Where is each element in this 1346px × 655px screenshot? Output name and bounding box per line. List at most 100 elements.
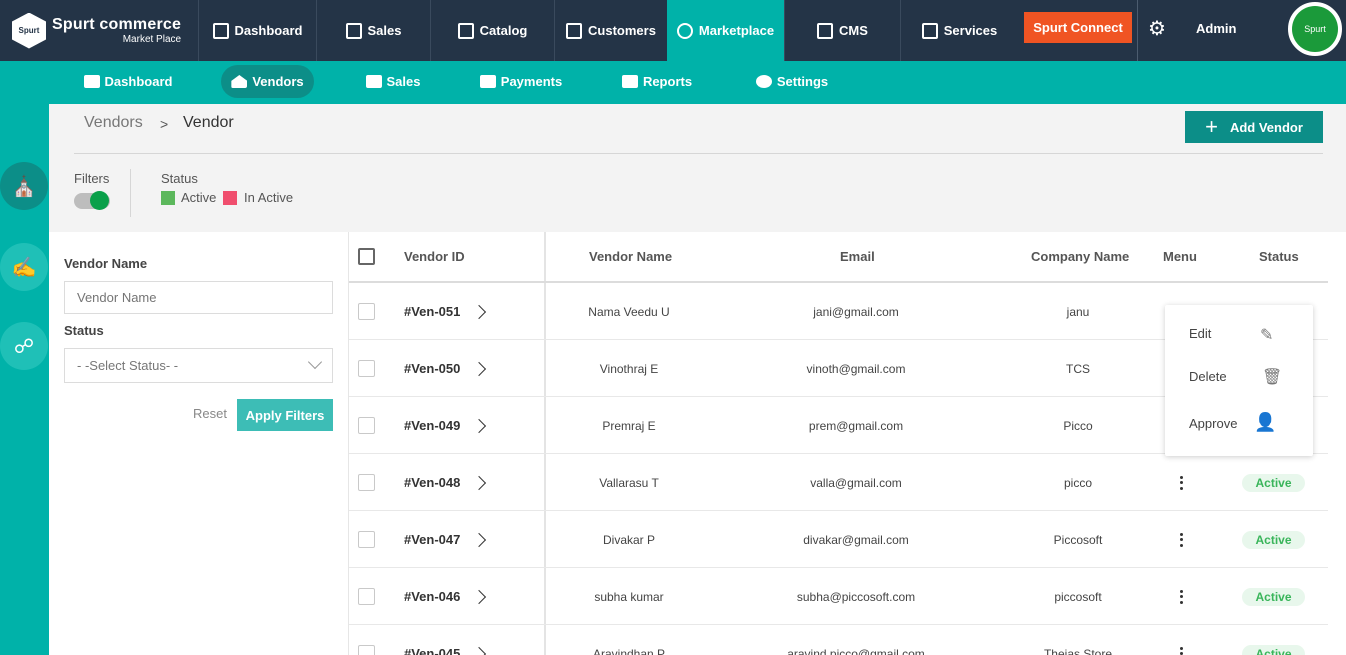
th-vendor-id[interactable]: Vendor ID: [404, 249, 465, 264]
customers-icon: [566, 22, 583, 39]
basket-icon: [365, 75, 382, 88]
globe-icon: [817, 22, 834, 39]
subnav-sales[interactable]: Sales: [360, 65, 426, 98]
subnav-vendors[interactable]: Vendors: [221, 65, 314, 98]
row-vendor-name: Divakar P: [602, 532, 656, 547]
row-company: Thejas Store: [1043, 646, 1113, 655]
row-company: janu: [1066, 304, 1090, 319]
topnav-catalog[interactable]: Catalog: [430, 0, 554, 61]
row-email: divakar@gmail.com: [803, 532, 909, 547]
store-icon: ⛪: [11, 175, 37, 198]
row-checkbox[interactable]: [358, 587, 375, 605]
logo-title: Spurt commerce: [52, 16, 182, 34]
logo-hex-icon: Spurt: [12, 12, 46, 49]
topnav-dashboard[interactable]: Dashboard: [198, 0, 316, 61]
status-badge: Active: [1242, 473, 1305, 492]
subnav-settings[interactable]: Settings: [748, 65, 836, 98]
row-menu-kebab-icon[interactable]: [1179, 475, 1183, 490]
apply-filters-button[interactable]: Apply Filters: [237, 399, 333, 431]
status-select[interactable]: - -Select Status- -: [64, 348, 333, 383]
subnav-dashboard[interactable]: Dashboard: [80, 65, 176, 98]
subnav-reports[interactable]: Reports: [616, 65, 698, 98]
gear-icon: [755, 75, 772, 88]
row-vendor-name: Aravindhan P: [592, 646, 666, 655]
header-divider: [74, 153, 1323, 154]
filters-divider: [130, 169, 131, 217]
row-checkbox[interactable]: [358, 473, 375, 491]
status-legend-label: Status: [161, 171, 198, 186]
row-vendor-id[interactable]: #Ven-048: [404, 475, 460, 490]
row-email: aravind.picco@gmail.com: [787, 646, 925, 655]
breadcrumb-current: Vendor: [183, 114, 234, 131]
select-all-checkbox[interactable]: [358, 248, 375, 265]
hand-coin-icon: ✍: [11, 256, 37, 279]
menu-edit[interactable]: Edit: [1189, 326, 1211, 341]
row-checkbox[interactable]: [358, 416, 375, 434]
topnav-customers[interactable]: Customers: [554, 0, 667, 61]
app-logo[interactable]: Spurt Spurt commerce Market Place: [0, 0, 198, 61]
row-vendor-id[interactable]: #Ven-049: [404, 418, 460, 433]
dashboard-icon: [83, 75, 100, 88]
row-checkbox[interactable]: [358, 302, 375, 320]
avatar[interactable]: Spurt: [1288, 2, 1342, 56]
topnav-sales[interactable]: Sales: [316, 0, 430, 61]
vendor-name-input[interactable]: [64, 281, 333, 314]
row-vendor-name: Premraj E: [602, 418, 656, 433]
row-menu-kebab-icon[interactable]: [1179, 532, 1183, 547]
chart-icon: [212, 22, 229, 39]
row-vendor-name: subha kumar: [594, 589, 664, 604]
row-email: jani@gmail.com: [813, 304, 899, 319]
subnav-payments[interactable]: Payments: [474, 65, 568, 98]
breadcrumb-parent[interactable]: Vendors: [84, 114, 143, 132]
row-email: prem@gmail.com: [808, 418, 904, 433]
legend-active-label: Active: [181, 190, 217, 205]
th-vendor-name[interactable]: Vendor Name: [589, 249, 672, 264]
legend-inactive-swatch: [223, 191, 237, 205]
pencil-icon[interactable]: ✎: [1260, 325, 1273, 345]
row-checkbox[interactable]: [358, 530, 375, 548]
trash-icon[interactable]: 🗑: [1262, 367, 1282, 387]
row-checkbox[interactable]: [358, 644, 375, 655]
table-column-divider: [544, 232, 546, 655]
rail-handshake-button[interactable]: ☍: [0, 322, 48, 370]
menu-delete[interactable]: Delete: [1189, 369, 1227, 384]
avatar-logo-icon: Spurt: [1292, 6, 1338, 52]
row-company: Piccosoft: [1053, 532, 1103, 547]
topnav-cms[interactable]: CMS: [784, 0, 900, 61]
th-status: Status: [1259, 249, 1299, 264]
user-icon: [676, 22, 693, 39]
th-menu: Menu: [1163, 249, 1197, 264]
row-vendor-id[interactable]: #Ven-047: [404, 532, 460, 547]
rail-hand-button[interactable]: ✍: [0, 243, 48, 291]
plus-icon: +: [1205, 114, 1218, 139]
admin-menu[interactable]: Admin: [1196, 0, 1236, 57]
row-menu-kebab-icon[interactable]: [1179, 589, 1183, 604]
row-email: valla@gmail.com: [810, 475, 902, 490]
row-checkbox[interactable]: [358, 359, 375, 377]
th-email[interactable]: Email: [840, 249, 875, 264]
filters-toggle-knob[interactable]: [90, 191, 109, 210]
topbar-divider: [1137, 0, 1138, 61]
row-vendor-id[interactable]: #Ven-051: [404, 304, 460, 319]
payments-icon: [479, 75, 496, 88]
chevron-down-icon: [307, 354, 323, 370]
spurt-connect-button[interactable]: Spurt Connect: [1024, 12, 1132, 43]
row-context-menu: [1165, 305, 1313, 456]
row-vendor-id[interactable]: #Ven-045: [404, 646, 460, 655]
row-vendor-id[interactable]: #Ven-050: [404, 361, 460, 376]
status-badge: Active: [1242, 587, 1305, 606]
status-badge: Active: [1242, 644, 1305, 655]
topnav-services[interactable]: Services: [900, 0, 1018, 61]
reset-button[interactable]: Reset: [193, 406, 227, 421]
globe-icon: [921, 22, 938, 39]
gear-icon[interactable]: ⚙: [1146, 18, 1168, 40]
rail-store-button[interactable]: ⛪: [0, 162, 48, 210]
user-check-icon[interactable]: 👤: [1254, 412, 1276, 433]
add-vendor-button[interactable]: + Add Vendor: [1185, 111, 1323, 143]
topnav-marketplace[interactable]: Marketplace: [667, 0, 784, 61]
menu-approve[interactable]: Approve: [1189, 416, 1237, 431]
row-company: piccosoft: [1054, 589, 1102, 604]
row-menu-kebab-icon[interactable]: [1179, 646, 1183, 655]
th-company-name[interactable]: Company Name: [1031, 249, 1129, 264]
row-vendor-id[interactable]: #Ven-046: [404, 589, 460, 604]
